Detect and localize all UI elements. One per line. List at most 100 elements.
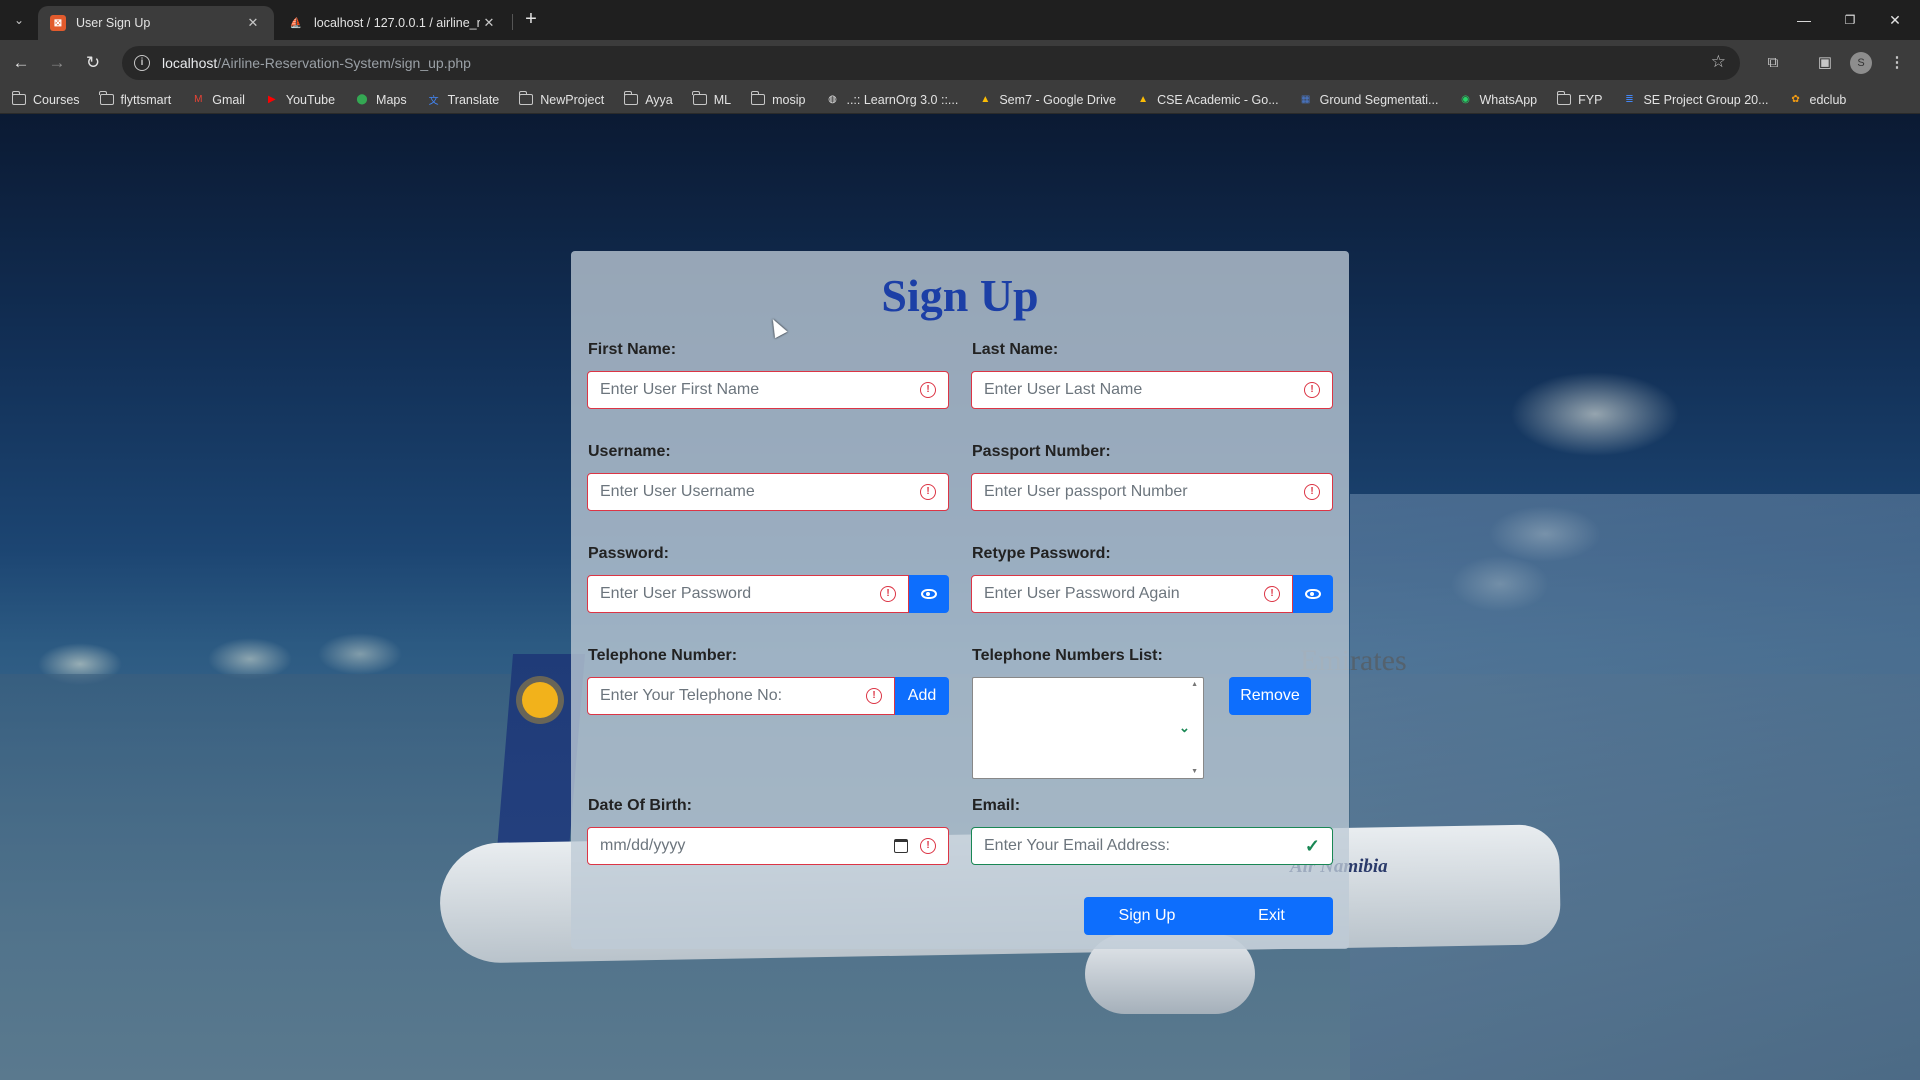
bookmark-item[interactable]: mosip [750,91,806,107]
background-terminal [1350,494,1920,1080]
valid-check-icon: ✓ [1304,835,1320,856]
bookmark-item[interactable]: ▲ CSE Academic - Go... [1136,93,1279,107]
profile-avatar[interactable]: S [1850,52,1872,74]
url-text: localhost/Airline-Reservation-System/sig… [162,55,471,71]
bookmark-item[interactable]: FYP [1556,91,1602,107]
sign-up-button[interactable]: Sign Up [1084,897,1210,935]
dob-field[interactable]: ! [587,827,949,865]
bookmark-star-icon[interactable]: ☆ [1711,52,1726,72]
show-retype-password-button[interactable] [1293,575,1333,613]
tab-search-chevron-icon[interactable]: ⌄ [8,9,30,31]
globe-icon: ◍ [828,94,837,105]
eye-icon [921,589,937,599]
reload-icon[interactable]: ↻ [80,50,106,76]
minimize-icon[interactable]: — [1789,6,1819,34]
page-viewport: Air Namibia Emirates Sign Up First Name:… [0,114,1920,1080]
close-window-icon[interactable]: ✕ [1880,6,1910,34]
dob-label: Date Of Birth: [588,797,692,814]
bookmark-label: Maps [376,92,407,107]
forward-icon[interactable]: → [44,50,70,76]
bookmark-item[interactable]: ▶ YouTube [265,93,335,107]
bookmark-label: NewProject [540,92,605,107]
tab-separator [512,14,513,30]
username-input[interactable] [600,483,920,501]
bookmark-item[interactable]: M Gmail [191,93,245,107]
remove-telephone-button[interactable]: Remove [1229,677,1311,715]
xampp-favicon-icon: ⊠ [50,15,66,31]
first-name-label: First Name: [588,341,677,358]
password-input[interactable] [600,585,880,603]
bookmark-label: edclub [1809,92,1847,107]
bookmark-item[interactable]: Ayya [623,91,673,107]
menu-kebab-icon[interactable]: ⋮ [1886,52,1908,74]
bookmark-item[interactable]: flyttsmart [99,91,172,107]
exit-button[interactable]: Exit [1210,897,1333,935]
bookmark-label: CSE Academic - Go... [1157,92,1279,107]
bookmark-item[interactable]: ≣ SE Project Group 20... [1622,93,1768,107]
extensions-icon[interactable]: ⧉ [1762,52,1784,74]
site-info-icon[interactable]: i [134,55,150,71]
email-field[interactable]: ✓ [971,827,1333,865]
bookmark-item[interactable]: ▲ Sem7 - Google Drive [978,93,1116,107]
signup-form-card: Sign Up First Name: ! Last Name: ! Usern… [571,251,1349,949]
drive-icon: ▲ [1138,94,1149,105]
bookmarks-bar: Courses flyttsmart M Gmail ▶ YouTube ⬤ Maps 文 Tra… [0,86,1920,114]
dob-input[interactable] [600,837,894,855]
scroll-up-arrow-icon[interactable]: ▲ [1191,681,1198,688]
calendar-icon[interactable] [894,839,908,853]
email-input[interactable] [984,837,1305,855]
bookmark-label: ML [713,92,732,107]
tab-title: localhost / 127.0.0.1 / airline_re [314,16,480,30]
bookmark-item[interactable]: ML [692,91,732,107]
bookmark-label: mosip [772,92,806,107]
youtube-icon: ▶ [268,94,276,105]
add-telephone-button[interactable]: Add [895,677,949,715]
back-icon[interactable]: ← [8,50,34,76]
telephone-field[interactable]: ! [587,677,895,715]
telephone-input[interactable] [600,687,866,705]
page-title: Sign Up [881,270,1039,321]
passport-field[interactable]: ! [971,473,1333,511]
tab-user-sign-up[interactable]: ⊠ User Sign Up ✕ [38,6,274,40]
close-tab-icon[interactable]: ✕ [480,15,498,31]
invalid-icon: ! [880,586,896,602]
retype-password-input[interactable] [984,585,1264,603]
folder-icon [11,91,26,107]
bookmark-item[interactable]: ◍ ..:: LearnOrg 3.0 ::... [825,93,958,107]
bookmark-item[interactable]: Courses [11,91,80,107]
bookmark-item[interactable]: ⬤ Maps [355,92,407,107]
last-name-field[interactable]: ! [971,371,1333,409]
telephone-list-label: Telephone Numbers List: [972,647,1163,664]
bookmark-item[interactable]: ▦ Ground Segmentati... [1299,93,1439,107]
tab-phpmyadmin[interactable]: ⛵ localhost / 127.0.0.1 / airline_re ✕ [276,6,510,40]
drive-icon: ▲ [980,94,991,105]
address-bar[interactable]: i localhost/Airline-Reservation-System/s… [122,46,1740,80]
bookmark-item[interactable]: ◉ WhatsApp [1458,93,1537,107]
bookmark-item[interactable]: NewProject [518,91,605,107]
passport-input[interactable] [984,483,1304,501]
gmail-icon: M [194,94,203,105]
show-password-button[interactable] [909,575,949,613]
folder-icon [99,91,114,107]
chevron-down-icon: ⌄ [1179,720,1190,735]
bookmark-item[interactable]: ✿ edclub [1789,92,1847,107]
first-name-input[interactable] [600,381,920,399]
close-tab-icon[interactable]: ✕ [244,15,262,31]
scroll-down-arrow-icon[interactable]: ▼ [1191,768,1198,775]
retype-password-field[interactable]: ! [971,575,1293,613]
bookmark-label: Sem7 - Google Drive [999,92,1117,107]
first-name-field[interactable]: ! [587,371,949,409]
retype-password-label: Retype Password: [972,545,1111,562]
bookmark-label: flyttsmart [120,92,172,107]
invalid-icon: ! [920,382,936,398]
username-field[interactable]: ! [587,473,949,511]
edclub-icon: ✿ [1791,94,1800,105]
new-tab-icon[interactable]: + [520,9,542,31]
last-name-input[interactable] [984,381,1304,399]
bookmark-item[interactable]: 文 Translate [427,93,500,108]
side-panel-icon[interactable]: ▣ [1814,52,1836,74]
invalid-icon: ! [1304,484,1320,500]
password-field[interactable]: ! [587,575,909,613]
telephone-numbers-list[interactable]: ⌄ ▲ ▼ [972,677,1204,779]
restore-icon[interactable]: ❐ [1835,6,1865,34]
